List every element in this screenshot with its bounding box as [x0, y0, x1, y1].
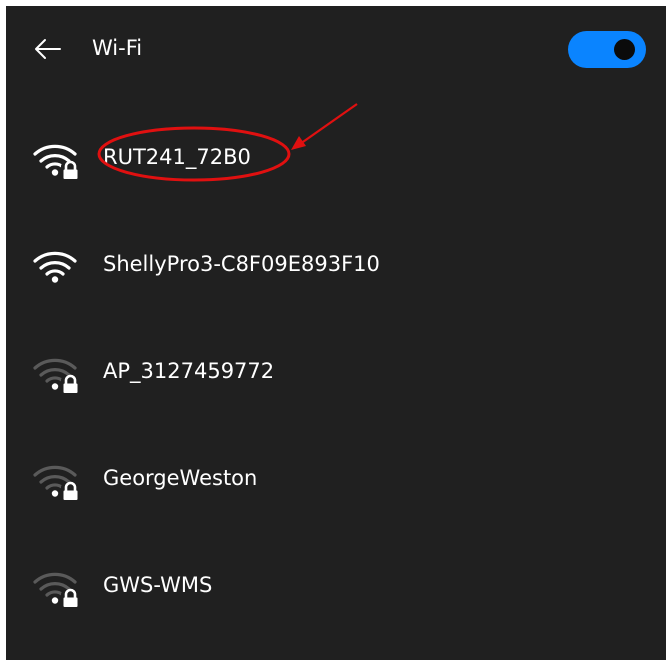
- network-item[interactable]: GeorgeWeston: [6, 437, 666, 527]
- wifi-secured-icon: [32, 134, 84, 180]
- network-name: GWS-WMS: [103, 573, 213, 597]
- wifi-header: Wi-Fi: [6, 6, 666, 94]
- back-button[interactable]: [32, 36, 62, 62]
- wifi-weak-secured-icon: [32, 562, 84, 608]
- wifi-weak-secured-icon: [32, 348, 84, 394]
- wifi-weak-secured-icon: [32, 455, 84, 501]
- network-item[interactable]: RUT241_72B0: [6, 116, 666, 206]
- network-item[interactable]: ShellyPro3-C8F09E893F10: [6, 223, 666, 313]
- toggle-knob: [614, 39, 635, 60]
- network-name: GeorgeWeston: [103, 466, 258, 490]
- wifi-toggle[interactable]: [568, 31, 646, 68]
- network-name: RUT241_72B0: [103, 145, 251, 169]
- network-item[interactable]: GWS-WMS: [6, 544, 666, 634]
- wifi-icon: [32, 241, 84, 287]
- network-name: AP_3127459772: [103, 359, 275, 383]
- network-name: ShellyPro3-C8F09E893F10: [103, 252, 380, 276]
- wifi-panel: Wi-Fi RUT241_72B0 ShellyPro3-C8F09E893F1…: [6, 6, 666, 660]
- network-item[interactable]: AP_3127459772: [6, 330, 666, 420]
- back-arrow-icon: [35, 39, 61, 59]
- page-title: Wi-Fi: [92, 36, 143, 60]
